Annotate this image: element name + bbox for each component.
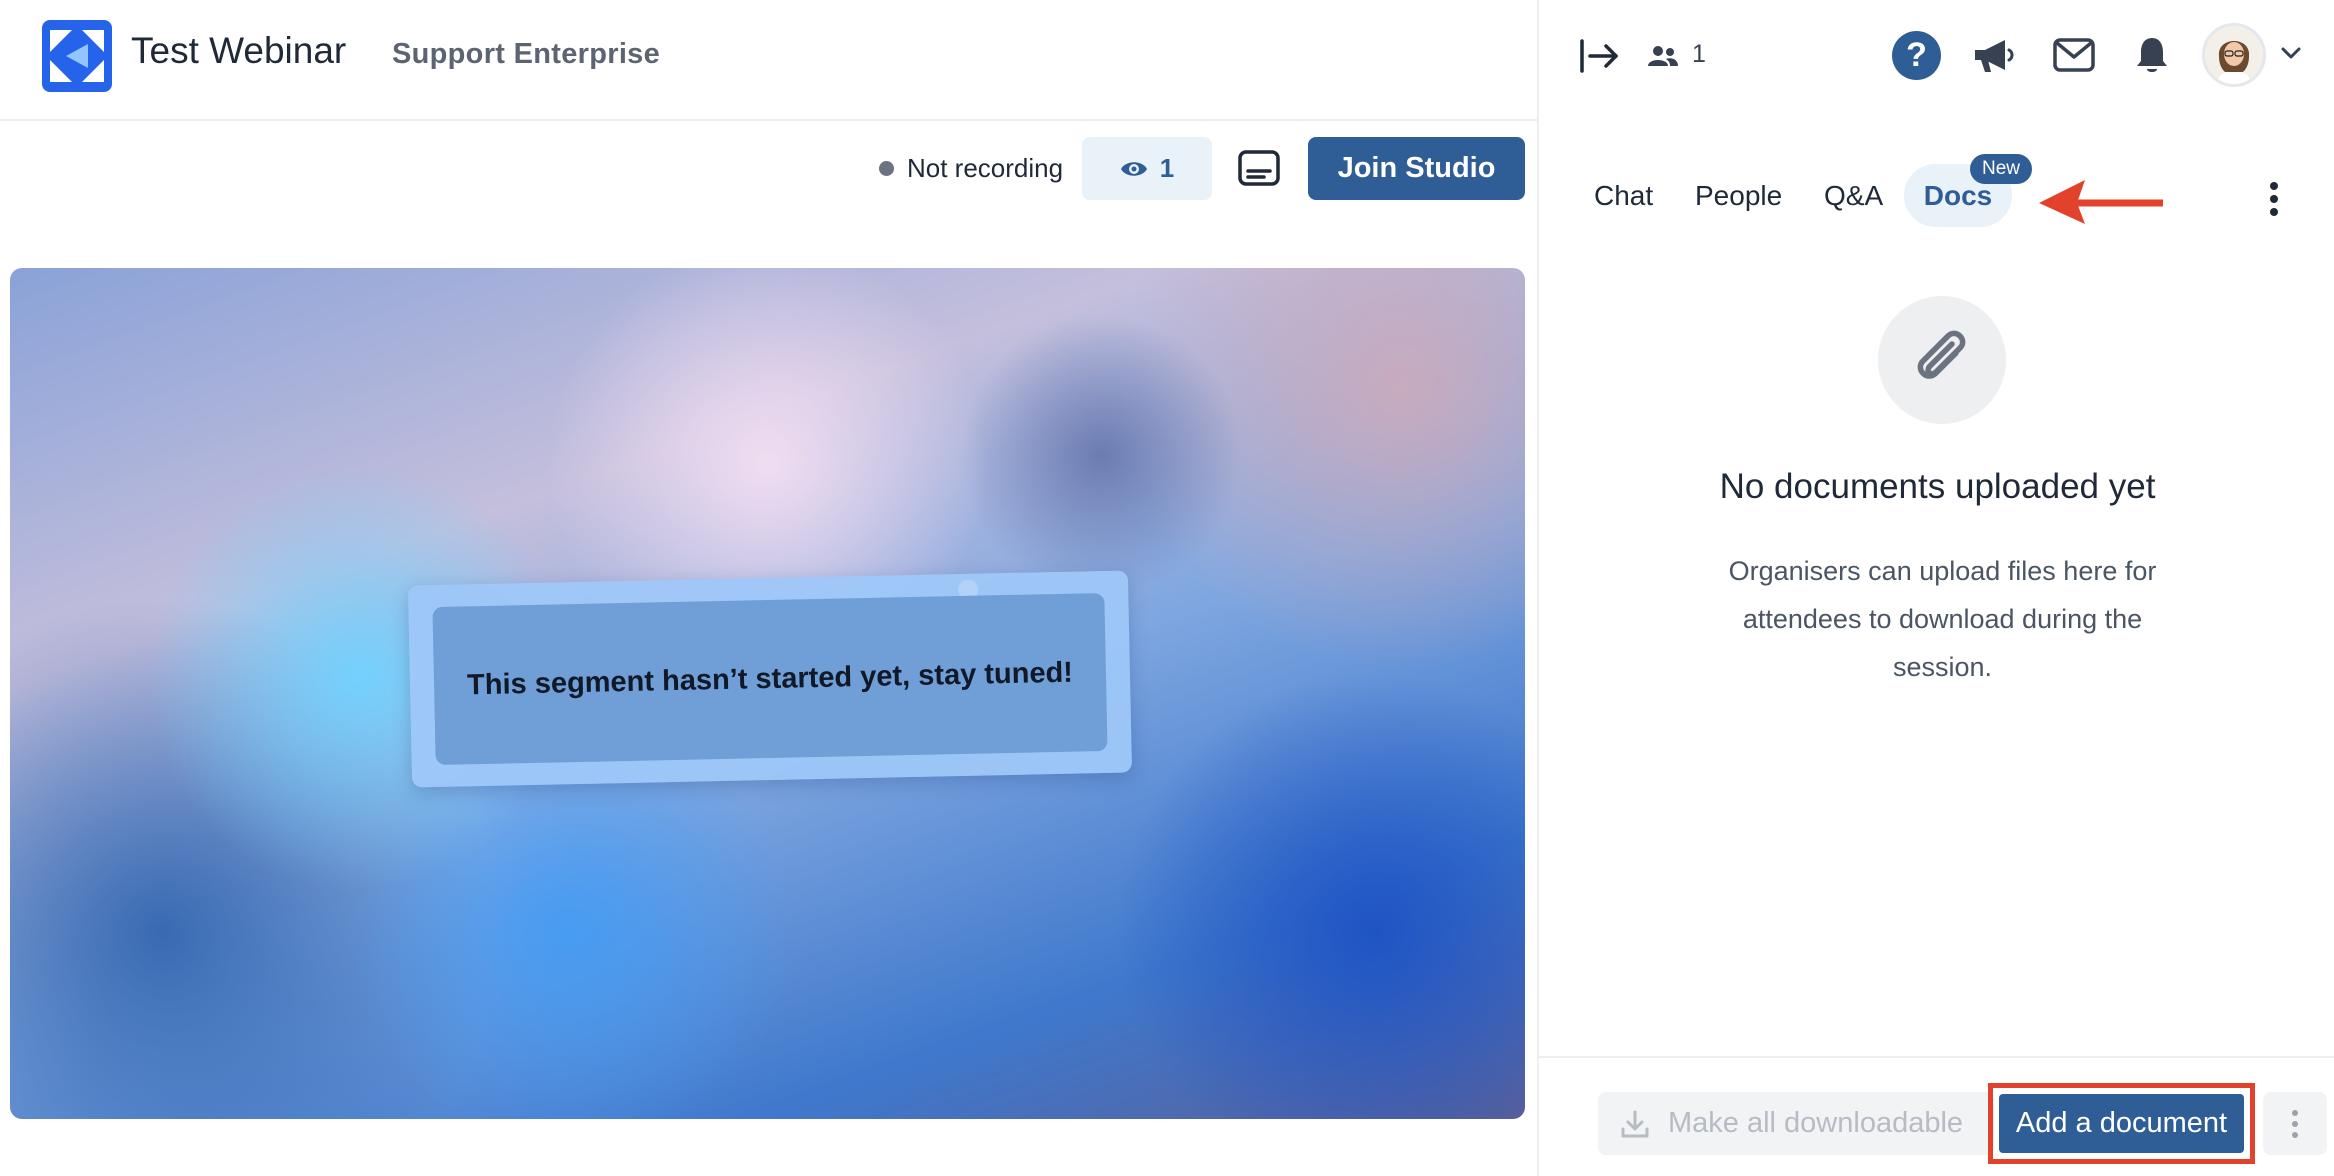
megaphone-icon[interactable]	[1971, 36, 2017, 76]
tab-chat[interactable]: Chat	[1594, 164, 1653, 227]
annotation-arrow	[2037, 168, 2165, 224]
chevron-down-icon[interactable]	[2280, 46, 2302, 60]
side-panel: 1 ? Chat People Q&A Docs New No document…	[1537, 0, 2334, 1176]
paperclip-icon	[1878, 296, 2006, 424]
add-document-button[interactable]: Add a document	[1999, 1094, 2244, 1153]
bell-icon[interactable]	[2134, 35, 2170, 75]
make-all-downloadable-label: Make all downloadable	[1668, 1107, 1964, 1139]
tab-people[interactable]: People	[1695, 164, 1782, 227]
captions-icon[interactable]	[1237, 149, 1281, 187]
segment-notice-text: This segment hasn’t started yet, stay tu…	[466, 656, 1074, 701]
empty-state-title: No documents uploaded yet	[1719, 467, 2156, 506]
panel-footer: Make all downloadable Add a document	[1539, 1056, 2334, 1176]
tab-qa[interactable]: Q&A	[1824, 164, 1883, 227]
webinar-app: Test Webinar Support Enterprise Not reco…	[0, 0, 2334, 1176]
stage-video-area: This segment hasn’t started yet, stay tu…	[10, 268, 1525, 1119]
event-title: Test Webinar	[131, 30, 347, 71]
viewer-count: 1	[1159, 153, 1175, 183]
viewer-count-button[interactable]: 1	[1082, 137, 1212, 200]
participant-count: 1	[1692, 40, 1706, 68]
segment-notice-card: This segment hasn’t started yet, stay tu…	[407, 570, 1133, 788]
exit-arrow-icon[interactable]	[1578, 38, 1620, 74]
user-avatar[interactable]	[2202, 23, 2266, 87]
recording-status: Not recording	[907, 153, 1064, 183]
panel-tabs: Chat People Q&A Docs New	[1539, 154, 2334, 234]
mail-icon[interactable]	[2053, 38, 2095, 72]
people-icon[interactable]	[1647, 44, 1679, 68]
brand-logo-icon[interactable]	[42, 20, 112, 92]
empty-state-description: Organisers can upload files here for att…	[1728, 556, 2157, 682]
new-badge: New	[1970, 154, 2033, 184]
highlight-box: Add a document	[1988, 1083, 2255, 1164]
organization-name[interactable]: Support Enterprise	[392, 38, 660, 71]
segment-notice-inner: This segment hasn’t started yet, stay tu…	[432, 592, 1108, 766]
eye-icon	[1120, 161, 1147, 176]
top-header: Test Webinar Support Enterprise	[0, 0, 1537, 121]
download-icon	[1621, 1110, 1649, 1137]
recording-status-dot	[879, 161, 894, 176]
join-studio-button[interactable]: Join Studio	[1308, 137, 1525, 200]
footer-kebab-icon[interactable]	[2263, 1092, 2327, 1155]
make-all-downloadable-button[interactable]: Make all downloadable	[1598, 1092, 1994, 1155]
help-icon[interactable]: ?	[1892, 31, 1941, 80]
panel-menu-kebab-icon[interactable]	[2266, 181, 2282, 217]
